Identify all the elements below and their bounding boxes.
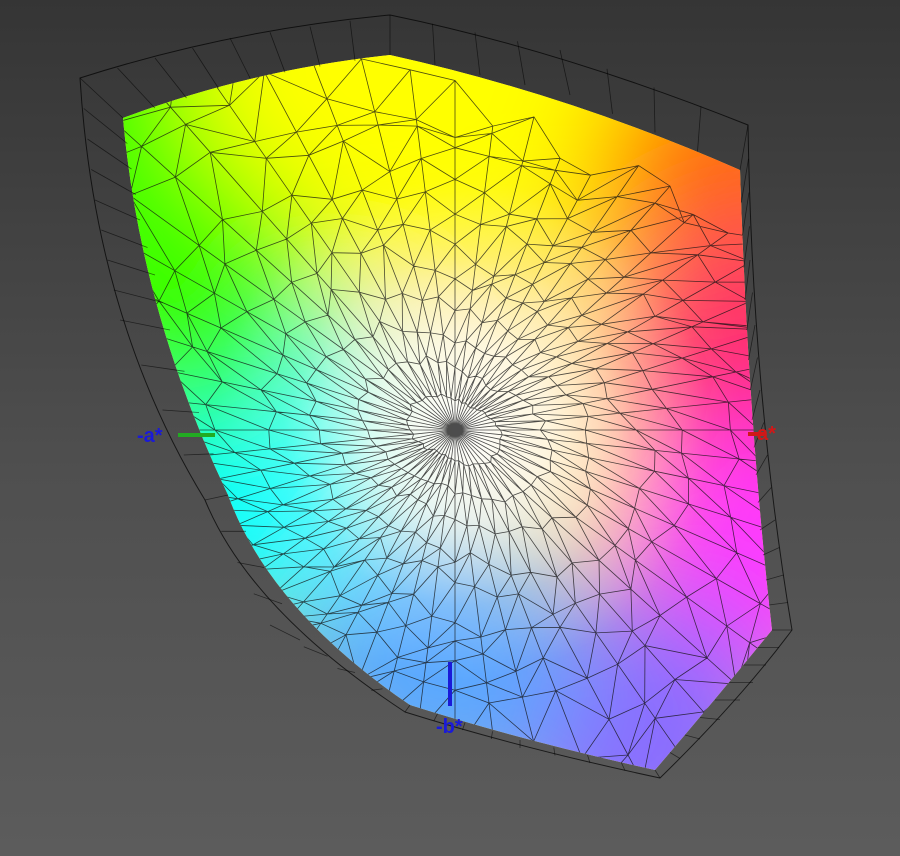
neg-a-axis-label: -a* [137,425,163,447]
gamut-3d-viewport[interactable]: -a* -b* a* [0,0,900,856]
neg-b-axis-label: -b* [436,716,463,738]
pos-a-axis-label: a* [757,423,776,445]
